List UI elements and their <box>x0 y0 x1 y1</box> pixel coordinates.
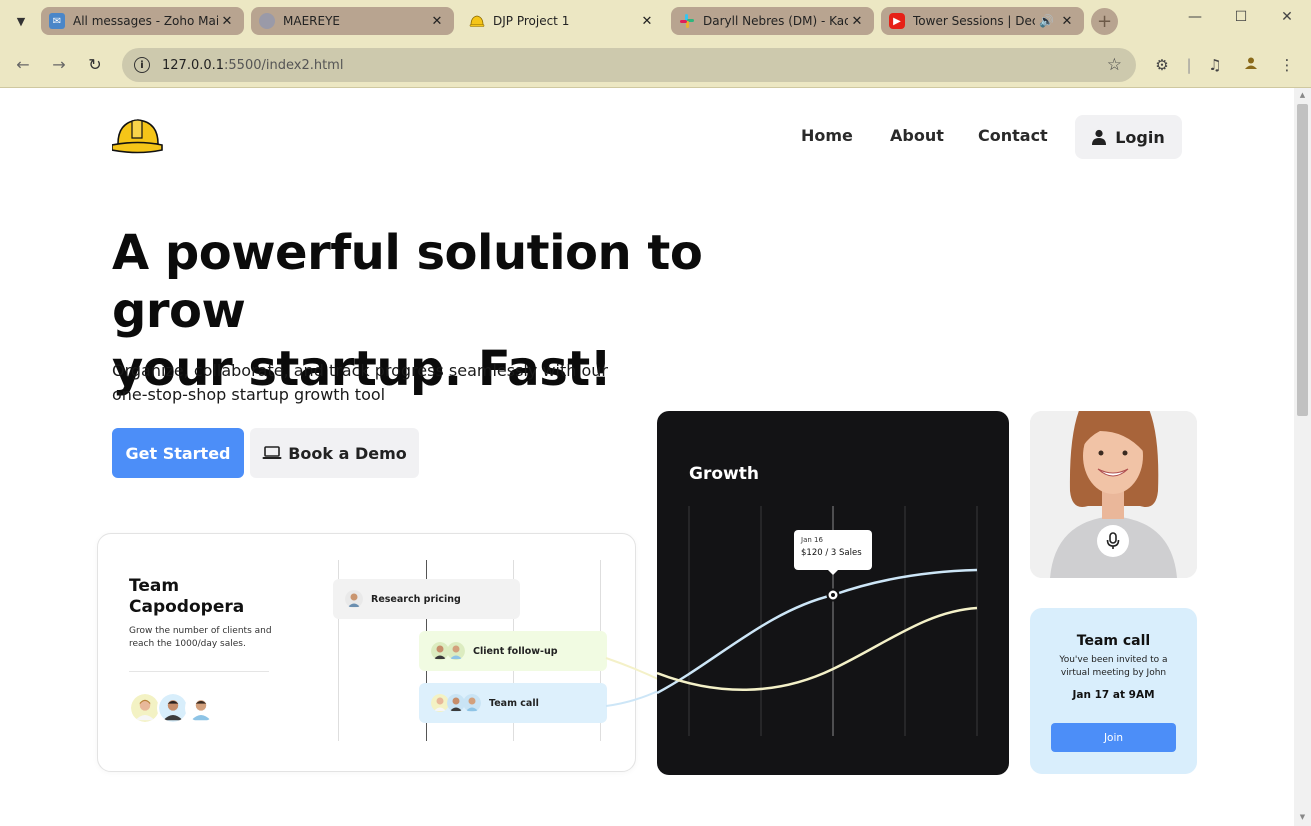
nav-about[interactable]: About <box>890 126 944 145</box>
microphone-button[interactable] <box>1097 525 1129 557</box>
bookmark-star-icon[interactable]: ☆ <box>1107 55 1122 75</box>
chart-tooltip: Jan 16 $120 / 3 Sales <box>794 530 872 575</box>
avatar <box>463 694 481 712</box>
nav-home[interactable]: Home <box>801 126 853 145</box>
close-icon[interactable]: ✕ <box>218 14 236 29</box>
maximize-button[interactable]: ☐ <box>1226 9 1256 25</box>
maximize-icon: ☐ <box>1234 9 1248 25</box>
tab-search-button[interactable]: ▼ <box>8 8 34 34</box>
login-label: Login <box>1115 127 1165 147</box>
extensions-icon[interactable]: ⚙ <box>1151 54 1173 76</box>
avatar <box>447 642 465 660</box>
call-date: Jan 17 at 9AM <box>1072 689 1155 701</box>
hero-subtitle-line2: one-stop-shop startup growth tool <box>112 385 386 404</box>
team-name: Team Capodopera <box>129 576 279 618</box>
divider <box>129 671 269 672</box>
back-button[interactable]: ← <box>11 53 35 77</box>
reload-button[interactable]: ↻ <box>83 53 107 77</box>
task-client-follow-up[interactable]: Client follow-up <box>419 631 607 671</box>
book-demo-label: Book a Demo <box>288 443 407 463</box>
minimize-button[interactable]: — <box>1180 9 1210 25</box>
call-description: You've been invited to a virtual meeting… <box>1059 655 1168 678</box>
close-icon[interactable]: ✕ <box>848 14 866 29</box>
login-button[interactable]: Login <box>1075 115 1182 159</box>
task-research-pricing[interactable]: Research pricing <box>333 579 520 619</box>
team-name-line1: Team <box>129 576 180 596</box>
hero-subtitle: Organize, collaborate, and track progres… <box>112 359 632 407</box>
url-path: :5500/index2.html <box>224 57 344 73</box>
hardhat-icon <box>469 13 485 29</box>
tooltip-value: $120 / 3 Sales <box>801 548 862 558</box>
address-bar[interactable]: i 127.0.0.1:5500/index2.html ☆ <box>122 48 1136 82</box>
forward-button[interactable]: → <box>47 53 71 77</box>
scroll-up-icon[interactable]: ▲ <box>1298 91 1307 99</box>
url-host: 127.0.0.1 <box>162 57 225 73</box>
profile-card <box>1030 411 1197 578</box>
growth-card: Growth Jan 16 $120 / 3 Sales <box>657 411 1009 775</box>
close-icon[interactable]: ✕ <box>638 14 656 29</box>
hero-subtitle-line1: Organize, collaborate, and track progres… <box>112 361 608 380</box>
task-label: Team call <box>489 697 539 709</box>
hero-title-line1: A powerful solution to grow <box>112 225 703 339</box>
reload-icon: ↻ <box>88 55 102 74</box>
kebab-menu-icon[interactable]: ⋮ <box>1276 54 1298 76</box>
tab-youtube[interactable]: ▶ Tower Sessions | Dece 🔊 ✕ <box>881 7 1084 35</box>
get-started-button[interactable]: Get Started <box>112 428 244 478</box>
call-title: Team call <box>1076 633 1151 649</box>
tab-strip: ▼ ✉ All messages - Zoho Mail ( ✕ MAEREYE… <box>0 0 1311 42</box>
slack-icon <box>679 13 695 29</box>
tab-maereye[interactable]: MAEREYE ✕ <box>251 7 454 35</box>
mail-icon: ✉ <box>49 13 65 29</box>
task-label: Client follow-up <box>473 645 558 657</box>
close-icon[interactable]: ✕ <box>428 14 446 29</box>
team-name-line2: Capodopera <box>129 597 245 617</box>
site-info-icon[interactable]: i <box>134 57 150 73</box>
minimize-icon: — <box>1188 9 1202 25</box>
vertical-scrollbar[interactable]: ▲ ▼ <box>1294 88 1311 826</box>
profile-icon[interactable] <box>1240 54 1262 76</box>
nav-contact[interactable]: Contact <box>978 126 1048 145</box>
plus-icon: + <box>1096 11 1113 32</box>
media-controls-icon[interactable]: ♫ <box>1204 54 1226 76</box>
close-icon[interactable]: ✕ <box>1058 14 1076 29</box>
toolbar-divider: | <box>1186 56 1192 74</box>
page-viewport: Home About Contact Login A powerful solu… <box>0 88 1294 826</box>
arrow-right-icon: → <box>52 55 66 74</box>
close-window-button[interactable]: ✕ <box>1272 9 1302 25</box>
youtube-icon: ▶ <box>889 13 905 29</box>
growth-chart <box>657 506 978 736</box>
team-card: Team Capodopera Grow the number of clien… <box>97 533 636 772</box>
task-label: Research pricing <box>371 593 461 605</box>
new-tab-button[interactable]: + <box>1091 8 1118 35</box>
scroll-down-icon[interactable]: ▼ <box>1298 813 1307 821</box>
tab-djp-project[interactable]: DJP Project 1 ✕ <box>461 7 664 35</box>
tab-zoho-mail[interactable]: ✉ All messages - Zoho Mail ( ✕ <box>41 7 244 35</box>
task-team-call[interactable]: Team call <box>419 683 607 723</box>
join-button[interactable]: Join <box>1051 723 1176 752</box>
arrow-left-icon: ← <box>16 55 30 74</box>
globe-icon <box>259 13 275 29</box>
speaker-icon[interactable]: 🔊 <box>1039 14 1054 28</box>
user-icon <box>1092 129 1107 145</box>
team-description: Grow the number of clients and reach the… <box>129 626 272 649</box>
tooltip-date: Jan 16 <box>801 536 823 544</box>
chevron-down-icon: ▼ <box>16 14 26 28</box>
growth-line-sales <box>657 568 978 695</box>
toolbar: ← → ↻ i 127.0.0.1:5500/index2.html ☆ ⚙ |… <box>0 42 1311 88</box>
team-avatars <box>129 692 217 724</box>
hardhat-logo[interactable] <box>111 114 164 156</box>
chart-point-dot <box>831 593 835 597</box>
tab-slack[interactable]: Daryll Nebres (DM) - Kade ✕ <box>671 7 874 35</box>
book-demo-button[interactable]: Book a Demo <box>250 428 419 478</box>
scrollbar-thumb[interactable] <box>1297 104 1308 416</box>
team-call-card: Team call You've been invited to a virtu… <box>1030 608 1197 774</box>
avatar <box>345 590 363 608</box>
laptop-icon <box>262 446 282 459</box>
growth-line-clients <box>657 606 978 691</box>
avatar <box>185 692 217 724</box>
close-icon: ✕ <box>1281 9 1293 25</box>
microphone-icon <box>1106 532 1120 549</box>
